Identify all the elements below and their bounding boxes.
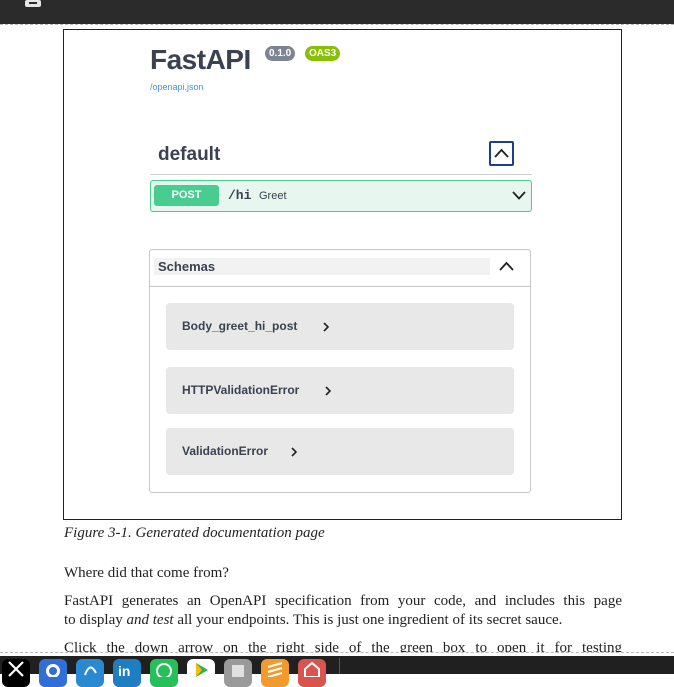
openapi-json-link[interactable]: /openapi.json	[150, 82, 204, 92]
schemas-title: Schemas	[158, 259, 216, 274]
svg-text:in: in	[118, 663, 130, 677]
operation-path: /hi	[228, 188, 252, 203]
github-icon[interactable]	[39, 659, 67, 687]
api-title: FastAPI	[150, 44, 251, 75]
taskbar: in	[0, 656, 674, 687]
paragraph-text: to display	[64, 612, 127, 628]
model-body-greet-hi-post[interactable]: Body_greet_hi_post	[166, 303, 514, 350]
paragraph-question: Where did that come from?	[64, 565, 229, 581]
version-badge: 0.1.0	[265, 46, 296, 61]
section-collapse-button[interactable]	[489, 141, 514, 166]
operation-post-hi[interactable]: POST /hi Greet	[150, 180, 532, 212]
chevron-right-icon	[291, 447, 297, 457]
linkedin-icon[interactable]: in	[113, 659, 141, 687]
chevron-down-icon[interactable]	[512, 191, 526, 200]
paragraph-line: FastAPI generates an OpenAPI specificati…	[64, 593, 622, 609]
bluesky-icon[interactable]	[76, 659, 104, 687]
model-http-validation-error[interactable]: HTTPValidationError	[166, 367, 514, 414]
google-play-icon[interactable]	[187, 659, 215, 687]
operation-summary: Greet	[259, 190, 287, 202]
taskbar-separator	[339, 658, 340, 674]
paragraph-line: to display and test all your endpoints. …	[64, 611, 622, 630]
model-label: ValidationError	[182, 444, 269, 458]
emphasis-text: and test	[126, 612, 174, 628]
figure-frame: FastAPI 0.1.0 OAS3 /openapi.json default…	[63, 29, 622, 520]
script-editor-icon[interactable]	[224, 659, 252, 687]
page-break-top	[0, 24, 674, 25]
chevron-right-icon	[325, 386, 331, 396]
paragraph-line-cut: Click the down arrow on the right side o…	[64, 640, 622, 652]
model-label: HTTPValidationError	[182, 383, 300, 397]
top-toolbar	[0, 0, 674, 24]
model-label: Body_greet_hi_post	[182, 319, 298, 333]
tag-section-title[interactable]: default	[158, 144, 220, 166]
printer-icon[interactable]	[24, 0, 42, 10]
x-icon[interactable]	[2, 659, 30, 687]
chevron-up-icon	[494, 148, 509, 158]
app-icon[interactable]	[298, 659, 326, 687]
schemas-panel: Schemas Body_greet_hi_post HTTPValidatio…	[149, 249, 531, 493]
sublime-text-icon[interactable]	[261, 659, 289, 687]
paragraph-text: all your endpoints. This is just one ing…	[173, 612, 563, 628]
model-validation-error[interactable]: ValidationError	[166, 428, 514, 475]
page-break-bottom	[0, 652, 674, 653]
whatsapp-icon[interactable]	[150, 659, 178, 687]
schemas-header[interactable]: Schemas	[150, 250, 530, 287]
section-divider	[150, 174, 532, 175]
chevron-right-icon	[323, 322, 329, 332]
figure-caption: Figure 3-1. Generated documentation page	[64, 525, 325, 541]
method-badge: POST	[154, 185, 219, 206]
oas-badge: OAS3	[305, 46, 341, 61]
chevron-up-icon[interactable]	[499, 261, 514, 271]
